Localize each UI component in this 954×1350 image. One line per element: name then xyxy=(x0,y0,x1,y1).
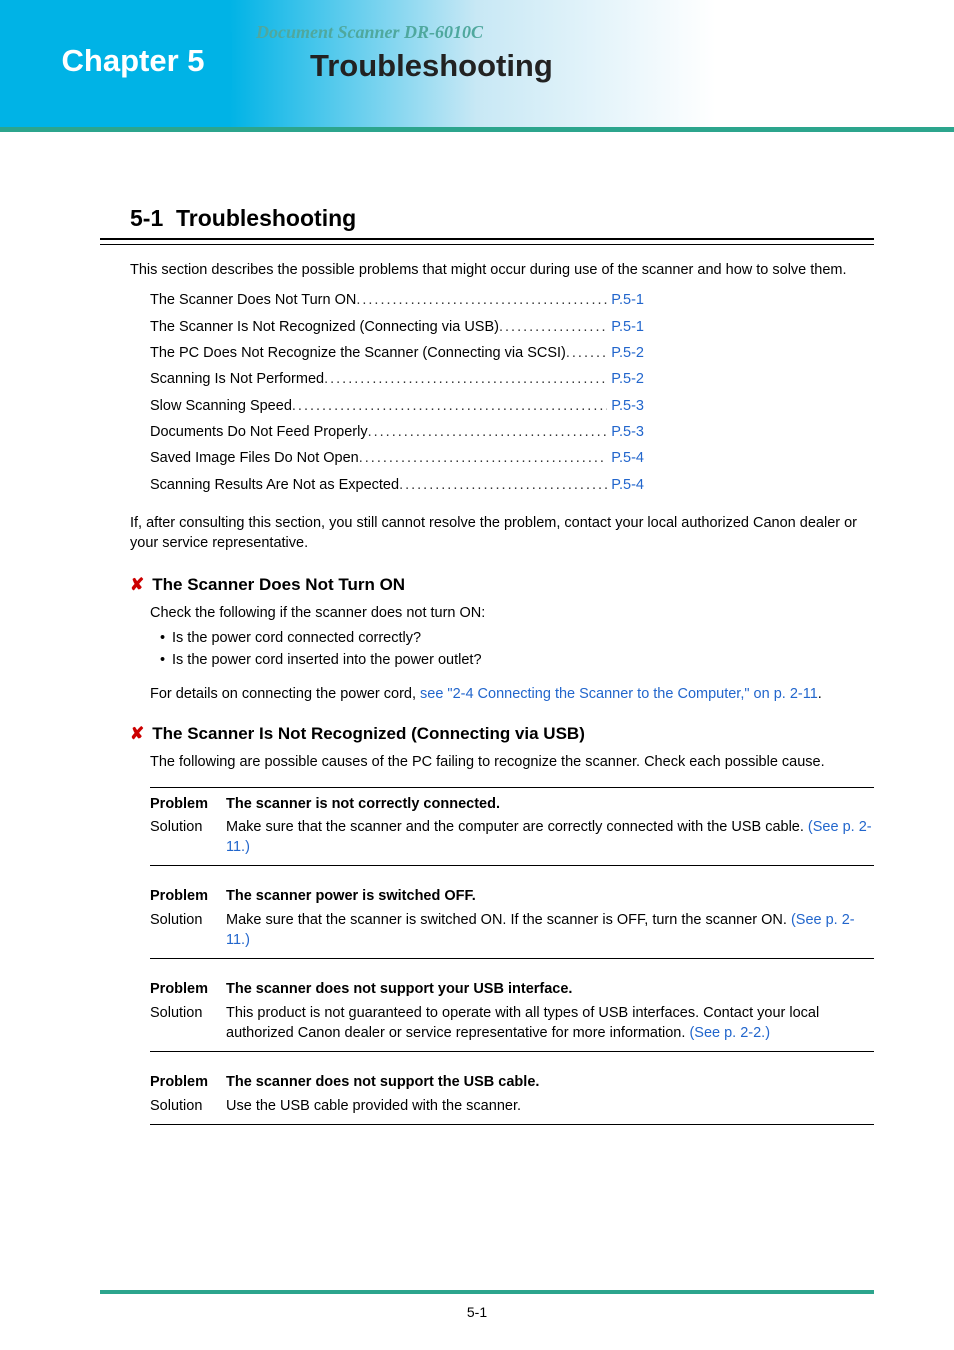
problem-row: Problem The scanner does not support the… xyxy=(150,1072,874,1092)
detail-suffix: . xyxy=(818,686,822,702)
toc-item: Slow Scanning Speed P.5-3 xyxy=(150,396,844,416)
toc-page-link[interactable]: P.5-3 xyxy=(611,396,644,416)
problem-solution-block: Problem The scanner does not support you… xyxy=(150,973,874,1052)
solution-row: Solution Make sure that the scanner and … xyxy=(150,817,874,867)
problem-solution-block: Problem The scanner is not correctly con… xyxy=(150,787,874,867)
toc-text: Scanning Is Not Performed xyxy=(150,369,324,389)
problem-text: The scanner power is switched OFF. xyxy=(226,886,874,906)
toc-leader xyxy=(399,475,607,495)
chapter-box: Chapter 5 xyxy=(34,32,232,90)
problem-label: Problem xyxy=(150,1072,226,1092)
solution-text: This product is not guaranteed to operat… xyxy=(226,1003,874,1044)
toc-text: Documents Do Not Feed Properly xyxy=(150,422,368,442)
solution-label: Solution xyxy=(150,1003,226,1044)
subsection-title: The Scanner Does Not Turn ON xyxy=(152,573,405,597)
problem-solution-block: Problem The scanner does not support the… xyxy=(150,1066,874,1125)
toc-page-link[interactable]: P.5-4 xyxy=(611,448,644,468)
subsection-title: The Scanner Is Not Recognized (Connectin… xyxy=(152,722,585,746)
solution-text: Make sure that the scanner is switched O… xyxy=(226,910,874,951)
page-header: Chapter 5 Document Scanner DR-6010C Trou… xyxy=(0,0,954,132)
x-mark-icon: ✘ xyxy=(130,573,144,597)
toc-text: Slow Scanning Speed xyxy=(150,396,292,416)
toc-leader xyxy=(324,369,607,389)
toc-list: The Scanner Does Not Turn ON P.5-1 The Sc… xyxy=(150,290,844,494)
page-content: 5-1 Troubleshooting This section describ… xyxy=(0,132,954,1158)
toc-text: The PC Does Not Recognize the Scanner (C… xyxy=(150,343,566,363)
bullet-list: Is the power cord connected correctly? I… xyxy=(160,628,874,671)
footer-rule xyxy=(100,1290,874,1294)
toc-leader xyxy=(499,317,607,337)
solution-row: Solution Make sure that the scanner is s… xyxy=(150,910,874,960)
toc-item: The Scanner Is Not Recognized (Connectin… xyxy=(150,317,844,337)
section-title: Troubleshooting xyxy=(176,205,356,231)
solution-label: Solution xyxy=(150,817,226,858)
page-footer: 5-1 xyxy=(0,1290,954,1320)
header-rule xyxy=(0,127,954,132)
rule-thick xyxy=(100,238,874,240)
problem-row: Problem The scanner is not correctly con… xyxy=(150,794,874,814)
toc-item: Scanning Is Not Performed P.5-2 xyxy=(150,369,844,389)
problem-label: Problem xyxy=(150,794,226,814)
toc-page-link[interactable]: P.5-3 xyxy=(611,422,644,442)
toc-leader xyxy=(356,290,607,310)
chapter-title: Troubleshooting xyxy=(310,48,553,84)
problem-text: The scanner does not support the USB cab… xyxy=(226,1072,874,1092)
solution-text: Use the USB cable provided with the scan… xyxy=(226,1096,874,1116)
subsection-heading: ✘ The Scanner Does Not Turn ON xyxy=(130,573,874,597)
problem-row: Problem The scanner power is switched OF… xyxy=(150,886,874,906)
bullet-item: Is the power cord inserted into the powe… xyxy=(160,650,874,670)
document-title: Document Scanner DR-6010C xyxy=(256,22,483,43)
toc-leader xyxy=(292,396,607,416)
toc-page-link[interactable]: P.5-2 xyxy=(611,343,644,363)
section-intro: This section describes the possible prob… xyxy=(130,260,874,280)
toc-page-link[interactable]: P.5-1 xyxy=(611,317,644,337)
cross-ref-link[interactable]: (See p. 2-2.) xyxy=(689,1025,770,1041)
solution-label: Solution xyxy=(150,910,226,951)
detail-text: For details on connecting the power cord… xyxy=(150,684,874,704)
problem-row: Problem The scanner does not support you… xyxy=(150,979,874,999)
problem-text: The scanner is not correctly connected. xyxy=(226,794,874,814)
x-mark-icon: ✘ xyxy=(130,722,144,746)
toc-item: Scanning Results Are Not as Expected P.5-… xyxy=(150,475,844,495)
toc-text: Scanning Results Are Not as Expected xyxy=(150,475,399,495)
solution-row: Solution This product is not guaranteed … xyxy=(150,1003,874,1053)
problem-solution-block: Problem The scanner power is switched OF… xyxy=(150,880,874,959)
subsection-heading: ✘ The Scanner Is Not Recognized (Connect… xyxy=(130,722,874,746)
solution-row: Solution Use the USB cable provided with… xyxy=(150,1096,874,1125)
subsection-intro: The following are possible causes of the… xyxy=(150,752,874,772)
toc-leader xyxy=(368,422,608,442)
subsection-intro: Check the following if the scanner does … xyxy=(150,603,874,623)
toc-page-link[interactable]: P.5-2 xyxy=(611,369,644,389)
toc-page-link[interactable]: P.5-4 xyxy=(611,475,644,495)
followup-text: If, after consulting this section, you s… xyxy=(130,513,874,554)
cross-ref-link[interactable]: see "2-4 Connecting the Scanner to the C… xyxy=(420,686,818,702)
detail-prefix: For details on connecting the power cord… xyxy=(150,686,420,702)
chapter-label: Chapter 5 xyxy=(62,43,205,79)
toc-text: Saved Image Files Do Not Open xyxy=(150,448,359,468)
section-heading: 5-1 Troubleshooting xyxy=(130,202,874,234)
toc-item: The Scanner Does Not Turn ON P.5-1 xyxy=(150,290,844,310)
toc-item: Documents Do Not Feed Properly P.5-3 xyxy=(150,422,844,442)
page-number: 5-1 xyxy=(0,1304,954,1320)
solution-text: Make sure that the scanner and the compu… xyxy=(226,817,874,858)
solution-label: Solution xyxy=(150,1096,226,1116)
toc-item: The PC Does Not Recognize the Scanner (C… xyxy=(150,343,844,363)
toc-leader xyxy=(566,343,607,363)
rule-thin xyxy=(100,244,874,245)
toc-leader xyxy=(359,448,607,468)
toc-page-link[interactable]: P.5-1 xyxy=(611,290,644,310)
problem-label: Problem xyxy=(150,979,226,999)
toc-item: Saved Image Files Do Not Open P.5-4 xyxy=(150,448,844,468)
bullet-item: Is the power cord connected correctly? xyxy=(160,628,874,648)
section-number: 5-1 xyxy=(130,205,163,231)
toc-text: The Scanner Does Not Turn ON xyxy=(150,290,356,310)
toc-text: The Scanner Is Not Recognized (Connectin… xyxy=(150,317,499,337)
problem-label: Problem xyxy=(150,886,226,906)
problem-text: The scanner does not support your USB in… xyxy=(226,979,874,999)
